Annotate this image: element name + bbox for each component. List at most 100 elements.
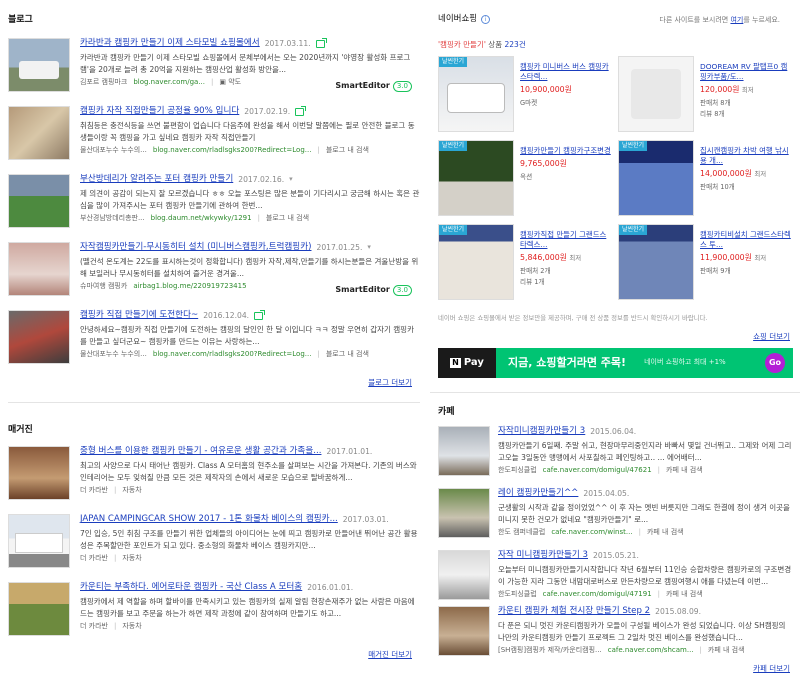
magazine-thumbnail[interactable]: [8, 582, 70, 636]
blog-result-title[interactable]: 자작캠핑카만들기-무시동히터 설치 (미니버스캠핑카,트럭캠핑카): [80, 242, 311, 254]
blog-search-link[interactable]: 블로그 내 검색: [266, 214, 309, 223]
magazine-name[interactable]: 더 카라반: [80, 622, 108, 631]
magazine-result-date: 2016.01.01.: [307, 582, 354, 592]
blog-url[interactable]: blog.naver.com/rladlsgks200?Redirect=Log…: [153, 350, 312, 359]
cafe-search-link[interactable]: 카페 내 검색: [708, 646, 745, 655]
map-link[interactable]: ▣ 약도: [219, 78, 241, 87]
product-image[interactable]: 날씬한기: [438, 224, 514, 300]
cafe-result-title[interactable]: 자작 미니캠핑카만들기 3: [498, 550, 588, 562]
magazine-category[interactable]: 자동차: [122, 554, 141, 563]
blog-search-link[interactable]: 블로그 내 검색: [326, 350, 369, 359]
search-results-page: 블로그 카라반과 캠핑카 만들기 이제 스타모빌 쇼핑몰에서 2017.03.11…: [0, 0, 800, 678]
product-image[interactable]: [618, 56, 694, 132]
product-image[interactable]: 날씬한기: [618, 140, 694, 216]
cafe-thumbnail[interactable]: [438, 606, 490, 656]
cafe-url[interactable]: cafe.naver.com/domigul/47191: [543, 590, 652, 599]
blog-url[interactable]: blog.naver.com/rladlsgks200?Redirect=Log…: [153, 146, 312, 155]
blog-name[interactable]: 슈마여행 캠핑카: [80, 282, 127, 291]
blog-thumbnail[interactable]: [8, 242, 70, 296]
product-name[interactable]: DOOREAM RV 팔탭프0 캠핑카부품/도...: [700, 62, 793, 82]
open-new-window-icon[interactable]: [254, 310, 266, 320]
npay-logo: N Pay: [438, 348, 496, 378]
blog-thumbnail[interactable]: [8, 310, 70, 364]
npay-go-button[interactable]: Go: [765, 353, 785, 373]
product-image[interactable]: 날씬한기: [618, 224, 694, 300]
product-name[interactable]: 캠핑카 미니버스 버스 캠핑카 스타렉...: [520, 62, 613, 82]
blog-name[interactable]: 물산대포누수 누수의...: [80, 350, 147, 359]
product-card[interactable]: 날씬한기 캠핑카만들기 캠핑카구조변경 9,765,000원 옥션: [438, 140, 613, 216]
magazine-thumbnail[interactable]: [8, 514, 70, 568]
product-seller: 판매처 10개: [700, 182, 735, 191]
cafe-url[interactable]: cafe.naver.com/shcam...: [608, 646, 694, 655]
blog-result-title[interactable]: 캠핑카 직접 만들기에 도전한다~: [80, 310, 198, 322]
blog-name[interactable]: 물산대포누수 누수의...: [80, 146, 147, 155]
cafe-url[interactable]: cafe.naver.com/domigul/47621: [543, 466, 652, 475]
product-name[interactable]: 캠핑카직접 만들기 그랜드스타렉스...: [520, 230, 613, 250]
cafe-search-link[interactable]: 카페 내 검색: [647, 528, 684, 537]
product-seller: 옥션: [520, 172, 533, 181]
cafe-search-link[interactable]: 카페 내 검색: [666, 466, 703, 475]
product-image[interactable]: 날씬한기: [438, 56, 514, 132]
product-tag: 날씬한기: [439, 225, 468, 236]
blog-thumbnail[interactable]: [8, 106, 70, 160]
cafe-thumbnail[interactable]: [438, 488, 490, 538]
product-card[interactable]: 날씬한기 캠핑카티비설치 그랜드스타렉스 투... 11,900,000원 최저 판…: [618, 224, 793, 300]
magazine-result-title[interactable]: 카운티는 부족하다. 에어로타운 캠핑카 - 국산 Class A 모터홈: [80, 582, 302, 594]
other-site-link[interactable]: 여기: [730, 16, 743, 24]
shopping-more-link[interactable]: 쇼핑 더보기: [753, 332, 790, 342]
blog-result-title[interactable]: 카라반과 캠핑카 만들기 이제 스타모빌 쇼핑몰에서: [80, 38, 260, 50]
blog-thumbnail[interactable]: [8, 38, 70, 92]
blog-result-date: 2017.02.16.: [238, 174, 285, 184]
cafe-url[interactable]: cafe.naver.com/winst...: [551, 528, 632, 537]
chevron-down-icon[interactable]: ▾: [367, 243, 371, 252]
magazine-thumbnail[interactable]: [8, 446, 70, 500]
product-price: 120,000원 최저: [700, 85, 754, 94]
product-card[interactable]: 날씬한기 집시캔캠핑카 차박 여행 낚시용 개... 14,000,000원 최저…: [618, 140, 793, 216]
product-name[interactable]: 집시캔캠핑카 차박 여행 낚시용 개...: [700, 146, 793, 166]
magazine-name[interactable]: 더 카라반: [80, 554, 108, 563]
product-count[interactable]: 223건: [505, 40, 526, 49]
open-new-window-icon[interactable]: [315, 38, 327, 48]
cafe-more-link[interactable]: 카페 더보기: [753, 664, 790, 674]
product-name[interactable]: 캠핑카만들기 캠핑카구조변경: [520, 146, 613, 156]
cafe-result-date: 2015.04.05.: [583, 488, 630, 498]
blog-result-title[interactable]: 부산방데리가 알려주는 포터 캠핑카 만들기: [80, 174, 233, 186]
product-card[interactable]: DOOREAM RV 팔탭프0 캠핑카부품/도... 120,000원 최저 판매처…: [618, 56, 793, 132]
product-image[interactable]: 날씬한기: [438, 140, 514, 216]
blog-url[interactable]: blog.naver.com/ga...: [133, 78, 205, 87]
cafe-thumbnail[interactable]: [438, 550, 490, 600]
cafe-search-link[interactable]: 카페 내 검색: [666, 590, 703, 599]
blog-result-date: 2017.03.11.: [264, 38, 311, 48]
blog-result-title[interactable]: 캠핑카 자작 직접만들기 공정율 90% 입니다: [80, 106, 239, 118]
magazine-result-title[interactable]: 중형 버스를 이용한 캠핑카 만들기 - 여유로운 생활 공간과 가족을...: [80, 446, 321, 458]
cafe-result-title[interactable]: 레이 캠핑카만들기^^: [498, 488, 578, 500]
info-icon[interactable]: i: [481, 15, 491, 25]
cafe-name[interactable]: 한도 캠퍼네클럽: [498, 528, 545, 537]
blog-thumbnail[interactable]: [8, 174, 70, 228]
cafe-name[interactable]: 한도피싱클럽: [498, 466, 537, 475]
blog-url[interactable]: blog.daum.net/wkywky/1291: [151, 214, 252, 223]
product-name[interactable]: 캠핑카티비설치 그랜드스타렉스 투...: [700, 230, 793, 250]
magazine-category[interactable]: 자동차: [122, 622, 141, 631]
cafe-result-title[interactable]: 카운티 캠핑카 체험 전시장 만들기 Step 2: [498, 606, 650, 618]
shopping-header: 네이버쇼핑 i: [438, 14, 491, 25]
magazine-more-link[interactable]: 매거진 더보기: [368, 650, 412, 660]
product-card[interactable]: 날씬한기 캠핑카직접 만들기 그랜드스타렉스... 5,846,000원 최저 판매…: [438, 224, 613, 300]
magazine-category[interactable]: 자동차: [122, 486, 141, 495]
blog-search-link[interactable]: 블로그 내 검색: [326, 146, 369, 155]
cafe-result-snippet: 다 푼은 되니 멋진 카운티캠핑카가 모들이 구성될 베이스가 완성 되었습니다…: [498, 621, 786, 642]
blog-more-link[interactable]: 블로그 더보기: [368, 378, 412, 388]
magazine-name[interactable]: 더 카라반: [80, 486, 108, 495]
npay-banner[interactable]: N Pay 지금, 쇼핑할거라면 주목! 네이버 쇼핑하고 최대 +1% Go: [438, 348, 793, 378]
cafe-result-title[interactable]: 자작미니캠핑카만들기 3: [498, 426, 585, 438]
blog-name[interactable]: 김포르 캠핑마크: [80, 78, 127, 87]
blog-url[interactable]: airbag1.blog.me/220919723415: [133, 282, 246, 291]
magazine-result-title[interactable]: JAPAN CAMPINGCAR SHOW 2017 - 1톤 화물차 베이스의…: [80, 514, 338, 526]
product-card[interactable]: 날씬한기 캠핑카 미니버스 버스 캠핑카 스타렉... 10,900,000원 G마…: [438, 56, 613, 132]
chevron-down-icon[interactable]: ▾: [289, 175, 293, 184]
cafe-name[interactable]: 한도피싱클럽: [498, 590, 537, 599]
blog-name[interactable]: 부산경남방데리총판...: [80, 214, 145, 223]
open-new-window-icon[interactable]: [295, 106, 307, 116]
cafe-thumbnail[interactable]: [438, 426, 490, 476]
cafe-name[interactable]: [SH캠핑]캠핑카 제작/카운티캠핑...: [498, 646, 602, 655]
